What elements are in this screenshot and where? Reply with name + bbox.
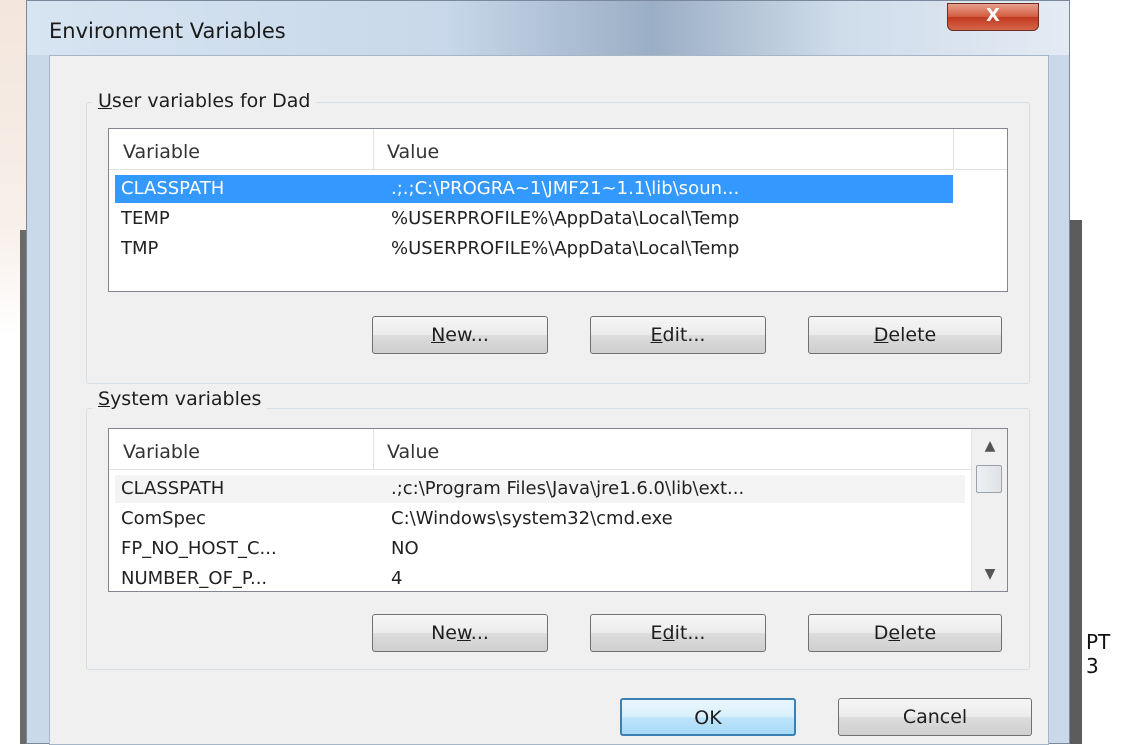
system-edit-button[interactable]: Edit... [590,614,766,652]
list-item[interactable]: ComSpec C:\Windows\system32\cmd.exe [115,505,965,533]
user-variables-list[interactable]: Variable Value CLASSPATH .;.;C:\PROGRA~1… [108,128,1008,292]
user-new-label: New... [431,324,489,346]
list-item[interactable]: TEMP %USERPROFILE%\AppData\Local\Temp [115,205,953,233]
user-new-button[interactable]: New... [372,316,548,354]
title-bar[interactable]: Environment Variables X [27,1,1069,55]
list-item[interactable]: CLASSPATH .;.;C:\PROGRA~1\JMF21~1.1\lib\… [115,175,953,203]
variable-value: C:\Windows\system32\cmd.exe [391,508,673,529]
scroll-up-icon[interactable]: ▲ [972,429,1007,463]
variable-name: TMP [121,238,159,259]
variable-name: FP_NO_HOST_C... [121,538,277,559]
list-item[interactable]: TMP %USERPROFILE%\AppData\Local\Temp [115,235,953,263]
close-icon: X [986,5,1000,26]
user-delete-button[interactable]: Delete [808,316,1002,354]
system-edit-label: Edit... [650,622,706,644]
system-variables-label-text: ystem variables [110,388,262,410]
user-list-header: Variable Value [109,129,1007,170]
variable-value: NO [391,538,419,559]
cancel-button[interactable]: Cancel [838,698,1032,736]
column-header-value[interactable]: Value [373,429,953,469]
scroll-thumb[interactable] [976,465,1002,493]
variable-name: TEMP [121,208,170,229]
variable-name: ComSpec [121,508,206,529]
list-item[interactable]: FP_NO_HOST_C... NO [115,535,965,563]
system-delete-label: Delete [873,622,937,644]
variable-value: %USERPROFILE%\AppData\Local\Temp [391,208,740,229]
variable-name: CLASSPATH [121,178,225,199]
system-variables-label: System variables [92,388,268,410]
variable-value: 4 [391,568,403,589]
background-shadow-right [1068,220,1082,744]
system-variables-list[interactable]: Variable Value CLASSPATH .;c:\Program Fi… [108,428,1008,592]
user-edit-button[interactable]: Edit... [590,316,766,354]
system-new-label: New... [431,622,489,644]
close-button[interactable]: X [947,3,1039,31]
variable-value: .;c:\Program Files\Java\jre1.6.0\lib\ext… [391,478,745,499]
variable-value: %USERPROFILE%\AppData\Local\Temp [391,238,740,259]
environment-variables-dialog: Environment Variables X User variables f… [26,0,1070,745]
variable-name: CLASSPATH [121,478,225,499]
user-variables-label-text: ser variables for Dad [111,90,311,112]
user-variables-label: User variables for Dad [92,90,317,112]
list-item[interactable]: CLASSPATH .;c:\Program Files\Java\jre1.6… [115,475,965,503]
system-new-button[interactable]: New... [372,614,548,652]
background-text: PT 3 [1086,630,1111,678]
user-edit-label: Edit... [650,324,706,346]
system-list-header: Variable Value [109,429,973,470]
system-delete-button[interactable]: Delete [808,614,1002,652]
column-header-variable[interactable]: Variable [109,429,373,469]
column-header-value[interactable]: Value [373,129,953,169]
variable-name: NUMBER_OF_P... [121,568,268,589]
scroll-down-icon[interactable]: ▼ [972,557,1007,591]
dialog-client-area: User variables for Dad Variable Value CL… [49,55,1049,745]
column-header-variable[interactable]: Variable [109,129,373,169]
ok-button[interactable]: OK [620,698,796,736]
list-item[interactable]: NUMBER_OF_P... 4 [115,565,965,591]
column-separator[interactable] [953,129,954,169]
vertical-scrollbar[interactable]: ▲ ▼ [971,429,1007,591]
window-title: Environment Variables [49,19,286,43]
user-delete-label: Delete [873,324,937,346]
variable-value: .;.;C:\PROGRA~1\JMF21~1.1\lib\soun... [391,178,740,199]
